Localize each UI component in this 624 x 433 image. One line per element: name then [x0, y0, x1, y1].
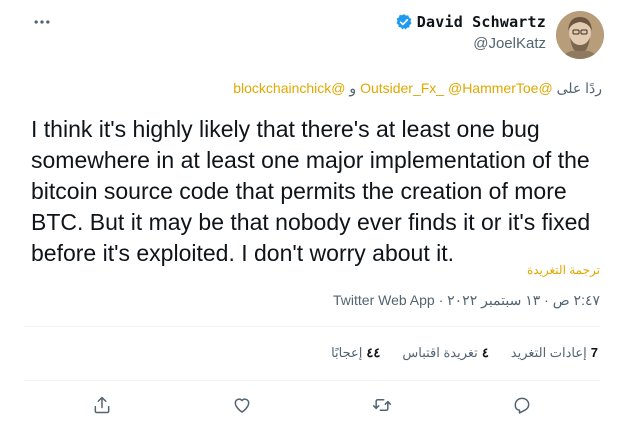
- divider: [24, 326, 600, 327]
- more-horizontal-icon: [34, 20, 50, 24]
- retweets-label: إعادات التغريد: [510, 345, 587, 360]
- tweet-stats: 7إعادات التغريد ٤تغريدة اقتباس ٤٤إعجابًا: [331, 345, 598, 361]
- tweet-author[interactable]: David Schwartz @JoelKatz: [395, 11, 604, 59]
- translate-tweet-link[interactable]: ترجمة التغريدة: [527, 263, 600, 277]
- reply-context: ردًا على @Outsider_Fx_ @HammerToe و @blo…: [233, 80, 602, 97]
- divider: [24, 380, 600, 381]
- action-bar: [90, 393, 534, 417]
- reply-mention-last[interactable]: @blockchainchick: [233, 80, 345, 96]
- reply-mentions[interactable]: @Outsider_Fx_ @HammerToe: [360, 80, 553, 96]
- reply-prefix: ردًا على: [556, 80, 602, 96]
- quotes-stat[interactable]: ٤تغريدة اقتباس: [402, 345, 488, 361]
- quotes-label: تغريدة اقتباس: [402, 345, 478, 360]
- tweet-detail: David Schwartz @JoelKatz ردًا على @Outsi…: [0, 0, 624, 433]
- share-icon: [94, 396, 110, 414]
- quotes-count: ٤: [481, 345, 489, 360]
- likes-stat[interactable]: ٤٤إعجابًا: [331, 345, 380, 361]
- reply-icon: [514, 397, 530, 414]
- retweet-icon: [372, 399, 392, 411]
- author-name-row: David Schwartz: [395, 13, 546, 31]
- likes-count: ٤٤: [366, 345, 381, 360]
- retweet-button[interactable]: [370, 393, 394, 417]
- reply-conjunction: و: [349, 80, 357, 96]
- likes-label: إعجابًا: [331, 345, 363, 360]
- share-button[interactable]: [90, 393, 114, 417]
- avatar-image: [556, 11, 604, 59]
- reply-button[interactable]: [510, 393, 534, 417]
- author-display-name[interactable]: David Schwartz: [417, 13, 546, 31]
- avatar[interactable]: [556, 11, 604, 59]
- verified-badge-icon: [396, 14, 412, 30]
- retweets-stat[interactable]: 7إعادات التغريد: [511, 345, 598, 361]
- author-names: David Schwartz @JoelKatz: [395, 13, 546, 52]
- retweets-count: 7: [590, 345, 598, 360]
- heart-icon: [234, 398, 250, 413]
- author-handle[interactable]: @JoelKatz: [473, 35, 546, 52]
- tweet-meta[interactable]: ٢:٤٧ ص · ١٣ سبتمبر ٢٠٢٢ · Twitter Web Ap…: [333, 292, 600, 309]
- like-button[interactable]: [230, 393, 254, 417]
- more-options-button[interactable]: [30, 10, 54, 34]
- tweet-text: I think it's highly likely that there's …: [31, 116, 591, 266]
